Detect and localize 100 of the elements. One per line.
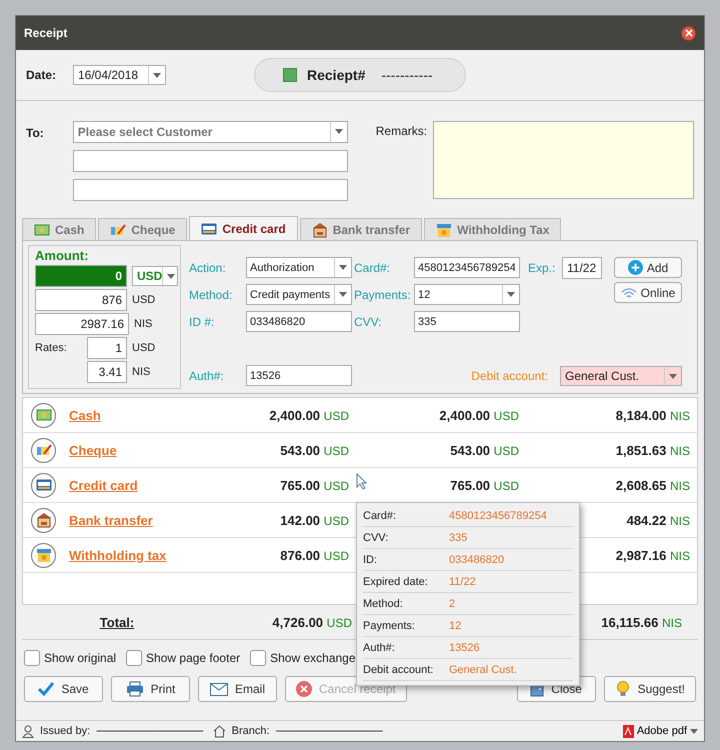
status-square-icon bbox=[283, 68, 297, 82]
wifi-icon bbox=[620, 286, 637, 298]
envelope-icon bbox=[210, 682, 228, 696]
currency-cell: USD bbox=[324, 478, 349, 492]
action-select[interactable]: Authorization bbox=[246, 257, 352, 278]
banknote-icon bbox=[34, 222, 50, 236]
banknote-icon bbox=[36, 408, 52, 422]
cvv-label: CVV: bbox=[354, 314, 383, 328]
amount-label: Amount: bbox=[35, 248, 90, 263]
online-button[interactable]: Online bbox=[614, 282, 682, 303]
currency-cell: USD bbox=[324, 514, 349, 528]
nis-amount-field[interactable]: 2987.16 bbox=[35, 313, 129, 335]
amount-cell: 765.00 bbox=[280, 478, 320, 492]
tooltip-value: General Cust. bbox=[449, 664, 517, 676]
printer-icon bbox=[126, 681, 144, 697]
branch-value: ---------------------------------------- bbox=[276, 725, 382, 737]
to-label: To: bbox=[26, 125, 45, 142]
total-nis-amount: 16,115.66 bbox=[601, 614, 658, 630]
receipt-number-value: ----------- bbox=[381, 67, 433, 83]
currency-select[interactable]: USD bbox=[132, 266, 178, 286]
credit-card-icon bbox=[201, 222, 218, 234]
tooltip-value: 033486820 bbox=[449, 554, 504, 566]
export-format-dropdown[interactable]: Adobe pdf bbox=[622, 724, 698, 738]
checkmark-icon bbox=[38, 682, 54, 696]
cheque-pen-icon bbox=[36, 443, 52, 457]
method-label: Method: bbox=[189, 288, 234, 302]
tooltip-value: 13526 bbox=[449, 642, 480, 654]
nis-amount-cell: 2,987.16 bbox=[616, 548, 666, 562]
checkbox-label: Show page footer bbox=[146, 651, 240, 665]
expiry-field[interactable]: 11/22 bbox=[562, 256, 602, 278]
checkbox[interactable] bbox=[24, 650, 40, 666]
amount-field[interactable]: 0 bbox=[35, 265, 127, 287]
close-icon[interactable] bbox=[684, 29, 692, 37]
tooltip-label: Method: bbox=[363, 598, 404, 610]
tax-box-icon bbox=[436, 222, 452, 238]
add-button[interactable]: Add bbox=[614, 257, 682, 278]
bank-icon bbox=[36, 512, 52, 528]
address-field[interactable] bbox=[72, 150, 348, 172]
remarks-label: Remarks: bbox=[376, 123, 428, 140]
currency-cell: NIS bbox=[670, 548, 690, 562]
house-icon bbox=[212, 724, 226, 738]
checkbox[interactable] bbox=[126, 650, 142, 666]
person-icon bbox=[22, 724, 34, 738]
payments-select[interactable]: 12 bbox=[414, 284, 520, 305]
total-amount: 4,726.00 bbox=[272, 614, 324, 630]
tooltip-label: Auth#: bbox=[363, 642, 396, 654]
remarks-field[interactable] bbox=[433, 121, 694, 199]
customer-select[interactable]: Please select Customer bbox=[72, 121, 348, 143]
address-field[interactable] bbox=[72, 179, 348, 201]
email-button[interactable]: Email bbox=[198, 676, 277, 702]
checkbox-label: Show exchange bbox=[270, 651, 356, 665]
print-button[interactable]: Print bbox=[111, 676, 190, 702]
currency-cell: NIS bbox=[670, 444, 690, 458]
tooltip-label: Payments: bbox=[363, 620, 416, 632]
currency-cell: USD bbox=[494, 478, 519, 492]
cvv-field[interactable]: 335 bbox=[414, 311, 520, 332]
card-number-label: Card#: bbox=[354, 260, 392, 274]
rate-field[interactable]: 3.41 bbox=[87, 361, 127, 383]
amount-cell: 765.00 bbox=[450, 478, 490, 492]
rates-label: Rates: bbox=[35, 342, 68, 354]
plus-icon bbox=[628, 260, 643, 275]
amount-cell: 142.00 bbox=[280, 512, 320, 528]
window-title: Receipt bbox=[24, 26, 68, 40]
currency-cell: NIS bbox=[670, 408, 690, 422]
currency-cell: USD bbox=[494, 444, 519, 458]
auth-label: Auth#: bbox=[189, 368, 225, 382]
cancel-icon bbox=[296, 681, 312, 697]
bank-icon bbox=[312, 222, 328, 238]
tooltip-label: ID: bbox=[363, 554, 378, 566]
amount-cell: 2,400.00 bbox=[269, 408, 320, 422]
amount-cell: 543.00 bbox=[450, 442, 490, 458]
cheque-pen-icon bbox=[110, 222, 126, 236]
payments-label: Payments: bbox=[354, 288, 412, 302]
id-label: ID #: bbox=[189, 314, 216, 328]
save-button[interactable]: Save bbox=[24, 676, 103, 702]
payment-tab[interactable]: Credit card bbox=[189, 216, 298, 240]
suggest-button[interactable]: Suggest! bbox=[604, 676, 696, 702]
date-picker[interactable]: 16/04/2018 bbox=[73, 65, 166, 85]
action-label: Action: bbox=[189, 260, 227, 274]
checkbox[interactable] bbox=[250, 650, 266, 666]
mouse-cursor-icon bbox=[356, 473, 368, 490]
tooltip-value: 2 bbox=[449, 598, 456, 610]
close-button[interactable] bbox=[681, 26, 696, 40]
currency-cell: NIS bbox=[670, 478, 690, 492]
currency-label: USD bbox=[132, 342, 156, 354]
currency-label: USD bbox=[326, 616, 352, 630]
issued-by-value: ---------------------------------------- bbox=[96, 725, 203, 737]
method-select[interactable]: Credit payments bbox=[246, 284, 352, 305]
rate-field[interactable]: 1 bbox=[87, 337, 127, 359]
tooltip-label: Card#: bbox=[363, 510, 398, 522]
tooltip-value: 11/22 bbox=[449, 576, 476, 588]
debit-account-select[interactable]: General Cust. bbox=[560, 366, 682, 386]
nis-amount-cell: 8,184.00 bbox=[616, 408, 666, 422]
debit-account-label: Debit account: bbox=[471, 368, 548, 382]
auth-field[interactable]: 13526 bbox=[246, 365, 352, 386]
branch-label: Branch: bbox=[232, 725, 270, 737]
usd-amount-field[interactable]: 876 bbox=[35, 289, 127, 311]
tooltip-label: CVV: bbox=[363, 532, 390, 544]
id-field[interactable]: 033486820 bbox=[246, 311, 352, 332]
tooltip-value: 4580123456789254 bbox=[449, 510, 547, 522]
